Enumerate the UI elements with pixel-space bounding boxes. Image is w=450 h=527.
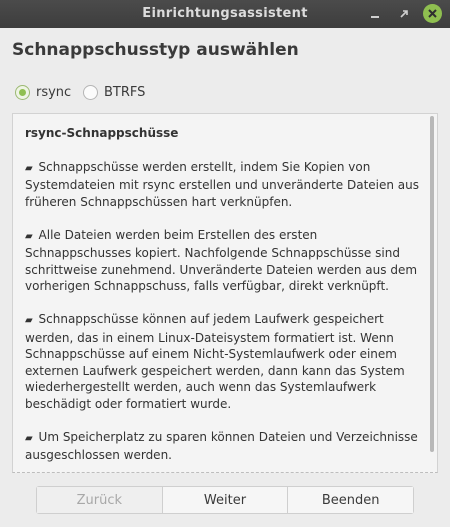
next-button[interactable]: Weiter [161,487,288,513]
description-content: rsync-Schnappschüsse ▰ Schnappschüsse we… [25,125,423,480]
close-button[interactable] [423,4,442,23]
back-button[interactable]: Zurück [37,487,162,513]
wizard-button-bar: Zurück Weiter Beenden [36,486,414,514]
window-titlebar: Einrichtungsassistent [0,0,450,28]
vertical-scrollbar[interactable] [430,116,434,452]
quit-button[interactable]: Beenden [287,487,414,513]
page-title: Schnappschusstyp auswählen [12,40,299,60]
paragraph-text: Schnappschüsse werden erstellt, indem Si… [25,159,420,209]
description-panel: rsync-Schnappschüsse ▰ Schnappschüsse we… [12,113,438,473]
description-paragraph: ▰ Schnappschüsse können auf jedem Laufwe… [25,311,423,412]
bullet-icon: ▰ [25,315,33,326]
paragraph-text: Um Speicherplatz zu sparen können Dateie… [25,429,418,463]
paragraph-text: Schnappschüsse können auf jedem Laufwerk… [25,312,405,411]
bullet-icon: ▰ [25,230,33,242]
bullet-icon: ▰ [25,162,33,174]
radio-option-btrfs[interactable]: BTRFS [83,83,145,101]
bullet-icon: ▰ [25,432,33,444]
radio-btrfs-label[interactable]: BTRFS [104,85,145,100]
maximize-icon [400,10,408,18]
description-paragraph: ▰ Alle Dateien werden beim Erstellen des… [25,227,423,295]
paragraph-text: Alle Dateien werden beim Erstellen des e… [25,227,418,294]
description-title: rsync-Schnappschüsse [25,126,179,140]
close-icon [428,9,437,18]
maximize-button[interactable] [395,5,413,23]
radio-option-rsync[interactable]: rsync [15,83,71,101]
minimize-icon [371,16,379,18]
radio-btrfs-indicator[interactable] [83,84,98,100]
description-paragraph: ▰ Schnappschüsse werden erstellt, indem … [25,159,423,211]
radio-rsync-indicator[interactable] [15,84,30,100]
minimize-button[interactable] [366,5,384,23]
description-paragraph: ▰ Um Speicherplatz zu sparen können Date… [25,429,423,464]
radio-rsync-label[interactable]: rsync [36,85,71,100]
